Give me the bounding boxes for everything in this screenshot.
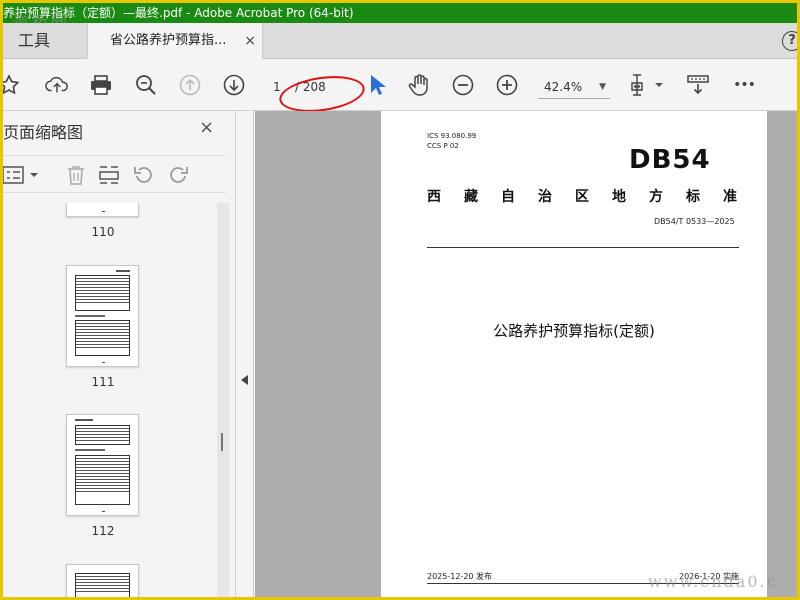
bookmark-star-icon[interactable]	[3, 73, 21, 97]
thumbnail-panel: 页面缩略图 × 110 111 112	[3, 111, 236, 597]
issuing-organization: 西 藏 自 治 区 地 方 标 准	[427, 189, 737, 205]
thumbnail-page-112[interactable]	[66, 414, 139, 516]
zoom-in-icon[interactable]	[495, 73, 519, 97]
document-page: ICS 93.080.99 CCS P 02 DB54 西 藏 自 治 区 地 …	[381, 111, 767, 597]
thumbnail-table	[75, 573, 130, 597]
tab-bar: 工具 省公路养护预算指... × ?	[3, 23, 797, 60]
panel-collapse-handle[interactable]	[236, 111, 254, 597]
thumbnail-label: 111	[91, 375, 115, 389]
zoom-out-icon[interactable]	[451, 73, 475, 97]
thumbnail-label: 110	[91, 225, 115, 239]
help-icon[interactable]: ?	[782, 31, 797, 51]
title-bar: 养护预算指标（定额）—最终.pdf - Adobe Acrobat Pro (6…	[3, 3, 797, 23]
standard-number: DB54/T 0533—2025	[654, 217, 735, 226]
tab-document[interactable]: 省公路养护预算指... ×	[87, 23, 263, 60]
thumbnail-table	[75, 275, 130, 311]
thumbnail-page-110[interactable]	[66, 203, 139, 217]
thumbnail-list: 110 111 112	[3, 203, 221, 597]
tab-close-icon[interactable]: ×	[244, 23, 256, 59]
tab-tools[interactable]: 工具	[3, 23, 87, 59]
prev-page-icon[interactable]	[178, 73, 202, 97]
thumbnail-page-113[interactable]	[66, 564, 139, 597]
thumbnail-table	[75, 425, 130, 445]
thumbnail-label: 112	[91, 524, 115, 538]
tab-document-label: 省公路养护预算指...	[110, 33, 227, 48]
panel-title: 页面缩略图	[3, 123, 84, 142]
watermark-bottom-right: www.cnda0.c	[648, 572, 778, 591]
insert-page-icon[interactable]	[98, 164, 120, 186]
next-page-icon[interactable]	[222, 73, 246, 97]
thumbnail-scrollbar[interactable]	[217, 203, 229, 597]
main-toolbar: / 208 42.4% ▼ •••	[3, 59, 797, 111]
zoom-level-dropdown[interactable]: 42.4% ▼	[538, 75, 610, 99]
rotate-right-icon[interactable]	[167, 164, 189, 186]
chevron-down-icon: ▼	[599, 82, 606, 92]
header-rule	[427, 247, 739, 248]
thumbnail-table	[75, 455, 130, 505]
ics-code: ICS 93.080.99 CCS P 02	[427, 132, 477, 150]
rotate-left-icon[interactable]	[133, 164, 155, 186]
delete-page-icon[interactable]	[65, 164, 87, 186]
options-menu-icon[interactable]	[3, 164, 43, 186]
print-icon[interactable]	[89, 73, 113, 97]
thumbnail-table	[75, 320, 130, 356]
issue-date: 2025-12-20 发布	[427, 572, 493, 581]
panel-close-icon[interactable]: ×	[199, 117, 214, 138]
cloud-upload-icon[interactable]	[45, 73, 69, 97]
document-viewer[interactable]: ICS 93.080.99 CCS P 02 DB54 西 藏 自 治 区 地 …	[255, 111, 797, 597]
hand-tool-icon[interactable]	[407, 73, 431, 97]
panel-toolbar	[3, 155, 226, 193]
more-tools-icon[interactable]: •••	[731, 73, 757, 97]
app-window: 养护预算指标（定额）—最终.pdf - Adobe Acrobat Pro (6…	[3, 3, 797, 597]
read-mode-icon[interactable]	[686, 73, 710, 97]
select-cursor-icon[interactable]	[365, 73, 389, 97]
page-fit-icon[interactable]	[631, 73, 665, 97]
thumbnail-page-111[interactable]	[66, 265, 139, 367]
document-title: 公路养护预算指标(定额)	[493, 322, 655, 340]
scroll-grip[interactable]	[221, 433, 223, 451]
chevron-left-icon	[241, 375, 248, 385]
zoom-level-value: 42.4%	[544, 80, 583, 94]
standard-logo: DB54	[629, 145, 711, 175]
zoom-search-icon[interactable]	[134, 73, 158, 97]
